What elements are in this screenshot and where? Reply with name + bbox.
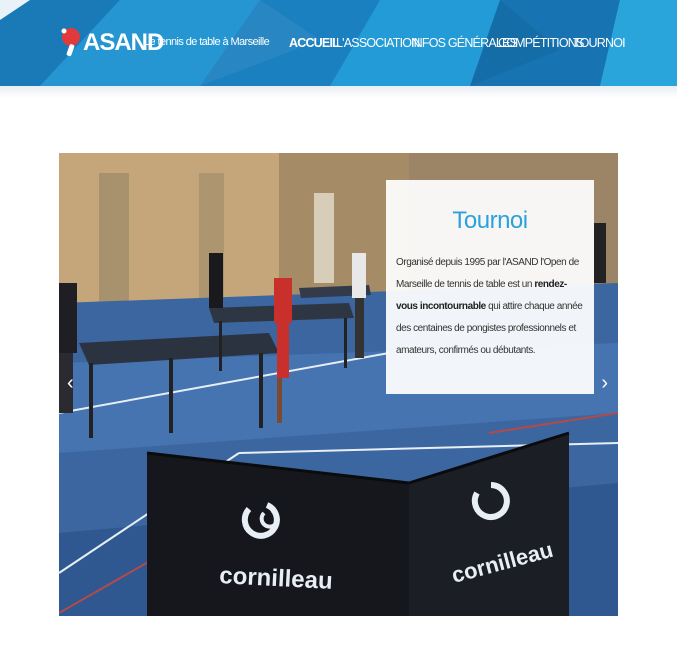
slide-description: Organisé depuis 1995 par l'ASAND l'Open … (396, 252, 584, 362)
chevron-left-icon[interactable]: ‹ (67, 373, 74, 393)
nav-item-tournoi[interactable]: TOURNOI (573, 36, 626, 50)
nav-item-competitions[interactable]: COMPÉTITIONS (498, 36, 584, 50)
slide-title: Tournoi (452, 207, 528, 234)
hero-slider[interactable]: cornilleau cornilleau Tournoi Organisé d… (59, 153, 618, 616)
main-nav: ACCUEIL L'ASSOCIATION INFOS GÉNÉRALES CO… (0, 36, 677, 52)
slide-caption: Tournoi Organisé depuis 1995 par l'ASAND… (386, 180, 594, 394)
nav-item-accueil[interactable]: ACCUEIL (289, 36, 340, 50)
site-header: ASAND Le tennis de table à Marseille ACC… (0, 0, 677, 86)
nav-item-association[interactable]: L'ASSOCIATION (336, 36, 420, 50)
header-shadow (0, 86, 677, 98)
chevron-right-icon[interactable]: › (601, 373, 608, 393)
